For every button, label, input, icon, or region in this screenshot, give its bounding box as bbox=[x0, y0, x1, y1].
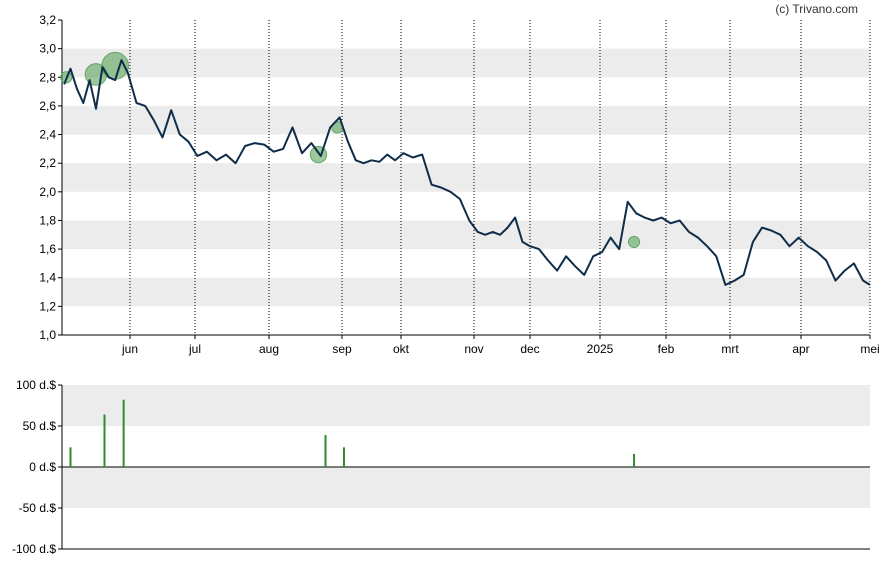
price-y-tick-label: 2,4 bbox=[39, 128, 56, 142]
price-x-tick-label: jul bbox=[188, 342, 201, 356]
price-y-tick-label: 1,2 bbox=[39, 299, 56, 313]
chart-svg: 1,0 1,2 1,4 1,6 1,8 2,0 2,2 2,4 2,6 2,8 3,0 3,2 jun j… bbox=[12, 13, 880, 556]
price-x-tick-label: okt bbox=[393, 342, 410, 356]
price-x-tick-label: 2025 bbox=[587, 342, 614, 356]
price-x-tick-label: mrt bbox=[721, 342, 739, 356]
volume-grid-band bbox=[62, 467, 870, 508]
price-y-tick-label: 2,0 bbox=[39, 185, 56, 199]
volume-y-tick-label: 50 d.$ bbox=[23, 419, 57, 433]
price-y-tick-label: 1,4 bbox=[39, 271, 56, 285]
price-x-tick-label: feb bbox=[658, 342, 675, 356]
price-y-tick-label: 3,0 bbox=[39, 42, 56, 56]
volume-y-tick-label: -50 d.$ bbox=[19, 501, 57, 515]
price-grid-band bbox=[62, 105, 870, 135]
volume-grid-band bbox=[62, 385, 870, 426]
price-x-tick-label: aug bbox=[259, 342, 279, 356]
price-y-tick-label: 1,8 bbox=[39, 213, 56, 227]
price-chart-figure: (c) Trivano.com 1,0 1,2 1,4 1,6 1,8 2,0 2,2 2,4… bbox=[0, 0, 888, 565]
volume-y-tick-label: -100 d.$ bbox=[12, 542, 56, 556]
price-x-tick-label: sep bbox=[332, 342, 352, 356]
price-x-tick-label: dec bbox=[520, 342, 539, 356]
price-y-tick-label: 1,0 bbox=[39, 328, 56, 342]
price-grid-band bbox=[62, 163, 870, 192]
price-y-tick-label: 2,6 bbox=[39, 99, 56, 113]
price-grid-band bbox=[62, 277, 870, 307]
dividend-marker bbox=[627, 235, 641, 249]
credit-label: (c) Trivano.com bbox=[775, 2, 858, 16]
price-y-tick-label: 3,2 bbox=[39, 13, 56, 27]
volume-y-tick-label: 0 d.$ bbox=[29, 460, 56, 474]
price-x-tick-label: apr bbox=[792, 342, 809, 356]
price-x-tick-label: mei bbox=[860, 342, 879, 356]
price-y-tick-label: 2,2 bbox=[39, 156, 56, 170]
price-x-tick-label: jun bbox=[121, 342, 138, 356]
price-x-tick-label: nov bbox=[464, 342, 483, 356]
price-grid-band bbox=[62, 220, 870, 250]
price-y-tick-label: 1,6 bbox=[39, 242, 56, 256]
volume-y-tick-label: 100 d.$ bbox=[16, 378, 56, 392]
price-y-tick-label: 2,8 bbox=[39, 70, 56, 84]
price-grid-band bbox=[62, 48, 870, 78]
